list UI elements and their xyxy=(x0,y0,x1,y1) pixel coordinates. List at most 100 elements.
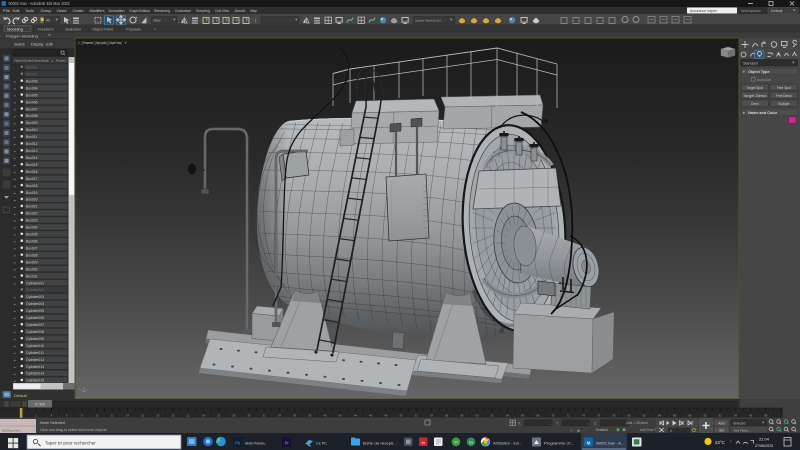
svg-text:Customize: Customize xyxy=(175,8,192,13)
svg-text:Standard: Standard xyxy=(743,61,758,65)
svg-text:Display: Display xyxy=(31,43,44,47)
svg-text:14: 14 xyxy=(126,413,130,417)
svg-text:Cylinder008: Cylinder008 xyxy=(26,330,44,334)
svg-text:Graph Editors: Graph Editors xyxy=(129,8,150,13)
svg-text:?: ? xyxy=(215,18,218,23)
svg-text:34: 34 xyxy=(278,413,282,417)
svg-text:92: 92 xyxy=(719,413,723,417)
svg-text:10: 10 xyxy=(95,413,99,417)
svg-text:Selection: Selection xyxy=(65,26,81,31)
svg-text:Select: Select xyxy=(14,43,25,47)
svg-text:Object Type: Object Type xyxy=(748,70,769,74)
svg-text:Adobe Photosho...: Adobe Photosho... xyxy=(245,440,267,445)
svg-text:Scripting: Scripting xyxy=(196,8,210,13)
svg-text:Free Spot: Free Spot xyxy=(777,86,791,90)
svg-text:72: 72 xyxy=(567,413,571,417)
svg-text:50: 50 xyxy=(399,413,403,417)
svg-text:22°C: 22°C xyxy=(715,440,725,445)
svg-text:Cylinder013: Cylinder013 xyxy=(26,365,44,369)
svg-text:Box005: Box005 xyxy=(26,93,38,97)
svg-text:58: 58 xyxy=(460,413,464,417)
svg-text:Skylight: Skylight xyxy=(778,102,789,106)
svg-text:Enabled: Enabled xyxy=(596,428,608,432)
svg-text:Omni: Omni xyxy=(751,102,759,106)
svg-text:Box010: Box010 xyxy=(26,128,38,132)
svg-text:Cylinder003: Cylinder003 xyxy=(26,295,44,299)
svg-text:Z:: Z: xyxy=(594,422,597,426)
svg-text:30: 30 xyxy=(247,413,251,417)
svg-text:74: 74 xyxy=(582,413,586,417)
svg-text:Box006: Box006 xyxy=(26,100,38,104)
svg-text:Group: Group xyxy=(41,8,53,13)
svg-text:View: View xyxy=(153,19,161,23)
svg-text:70: 70 xyxy=(551,413,555,417)
svg-text:Boîte de récepti...: Boîte de récepti... xyxy=(363,440,397,445)
svg-text:Ce PC: Ce PC xyxy=(316,440,327,445)
svg-text:Box003: Box003 xyxy=(26,79,38,83)
svg-text:ArtStation - Ind...: ArtStation - Ind... xyxy=(493,440,522,445)
svg-text:Help: Help xyxy=(250,8,258,13)
svg-text:Key Filters...: Key Filters... xyxy=(734,428,751,432)
svg-text:44: 44 xyxy=(354,413,358,417)
svg-text:Programme d’i...: Programme d’i... xyxy=(544,440,574,445)
svg-text:▾: ▾ xyxy=(743,111,745,115)
svg-text:32: 32 xyxy=(263,413,267,417)
svg-text:Pi: Pi xyxy=(454,441,457,445)
svg-text:Cylinder015: Cylinder015 xyxy=(26,379,44,383)
svg-text:Box027: Box027 xyxy=(26,246,38,250)
svg-text:Set: Set xyxy=(719,428,724,432)
svg-text:Box022: Box022 xyxy=(26,212,38,216)
svg-text:Cylinder007: Cylinder007 xyxy=(26,323,44,327)
svg-text:Edit: Edit xyxy=(13,8,21,13)
svg-text:Taper ici pour rechercher: Taper ici pour rechercher xyxy=(45,440,96,445)
svg-text:0: 0 xyxy=(670,429,672,433)
svg-text:21:04: 21:04 xyxy=(759,437,770,442)
svg-text:Assurance Inspire: Assurance Inspire xyxy=(690,9,717,13)
svg-text:62: 62 xyxy=(491,413,495,417)
svg-text:98: 98 xyxy=(764,413,768,417)
svg-text:Box025: Box025 xyxy=(26,233,38,237)
svg-text:All: All xyxy=(46,19,50,23)
svg-text:52: 52 xyxy=(415,413,419,417)
svg-text:00002.max - Autodesk 3ds Max 2: 00002.max - Autodesk 3ds Max 2023 xyxy=(9,1,71,6)
svg-text:Box007: Box007 xyxy=(26,107,38,111)
svg-text:Freeform: Freeform xyxy=(38,26,54,31)
svg-text:Views: Views xyxy=(57,8,67,13)
svg-text:82: 82 xyxy=(643,413,647,417)
svg-text:Cylinder011: Cylinder011 xyxy=(26,351,44,355)
svg-text:Civil View: Civil View xyxy=(215,8,229,13)
svg-text:?: ? xyxy=(205,18,208,23)
svg-text:Click and drag to select and m: Click and drag to select and move object… xyxy=(40,428,107,432)
svg-text:Tools: Tools xyxy=(25,8,34,13)
svg-text:Auto: Auto xyxy=(718,421,725,425)
svg-text:60: 60 xyxy=(475,413,479,417)
svg-text:12: 12 xyxy=(111,413,115,417)
svg-text:Modeling: Modeling xyxy=(7,26,23,31)
svg-text:▣: ▣ xyxy=(577,428,580,432)
svg-text:Polygon Modeling: Polygon Modeling xyxy=(6,33,38,38)
svg-text:Rendering: Rendering xyxy=(154,8,170,13)
svg-text:Ps: Ps xyxy=(235,440,240,445)
svg-text:Workspaces: Workspaces xyxy=(741,9,761,13)
svg-text:?: ? xyxy=(225,18,228,23)
svg-text:56: 56 xyxy=(445,413,449,417)
svg-text:Box009: Box009 xyxy=(26,121,38,125)
svg-text:Box019: Box019 xyxy=(26,191,38,195)
svg-text:Box021: Box021 xyxy=(26,205,38,209)
svg-text:68: 68 xyxy=(536,413,540,417)
svg-text:0 / 100: 0 / 100 xyxy=(35,403,45,407)
svg-text:Free Direct: Free Direct xyxy=(776,94,792,98)
svg-text:Box024: Box024 xyxy=(26,226,38,230)
svg-text:Box011: Box011 xyxy=(26,135,37,139)
svg-text:Box015: Box015 xyxy=(26,163,38,167)
svg-text:Cylinder014: Cylinder014 xyxy=(26,372,44,376)
svg-text:Box014: Box014 xyxy=(26,156,38,160)
svg-text:94: 94 xyxy=(734,413,738,417)
svg-text:00002.max - A...: 00002.max - A... xyxy=(596,440,624,445)
svg-text:24: 24 xyxy=(202,413,206,417)
svg-text:Box018: Box018 xyxy=(26,184,38,188)
svg-text:Box017: Box017 xyxy=(26,177,38,181)
svg-text:Edit: Edit xyxy=(46,43,53,47)
svg-text:90: 90 xyxy=(703,413,707,417)
svg-text:54: 54 xyxy=(430,413,434,417)
